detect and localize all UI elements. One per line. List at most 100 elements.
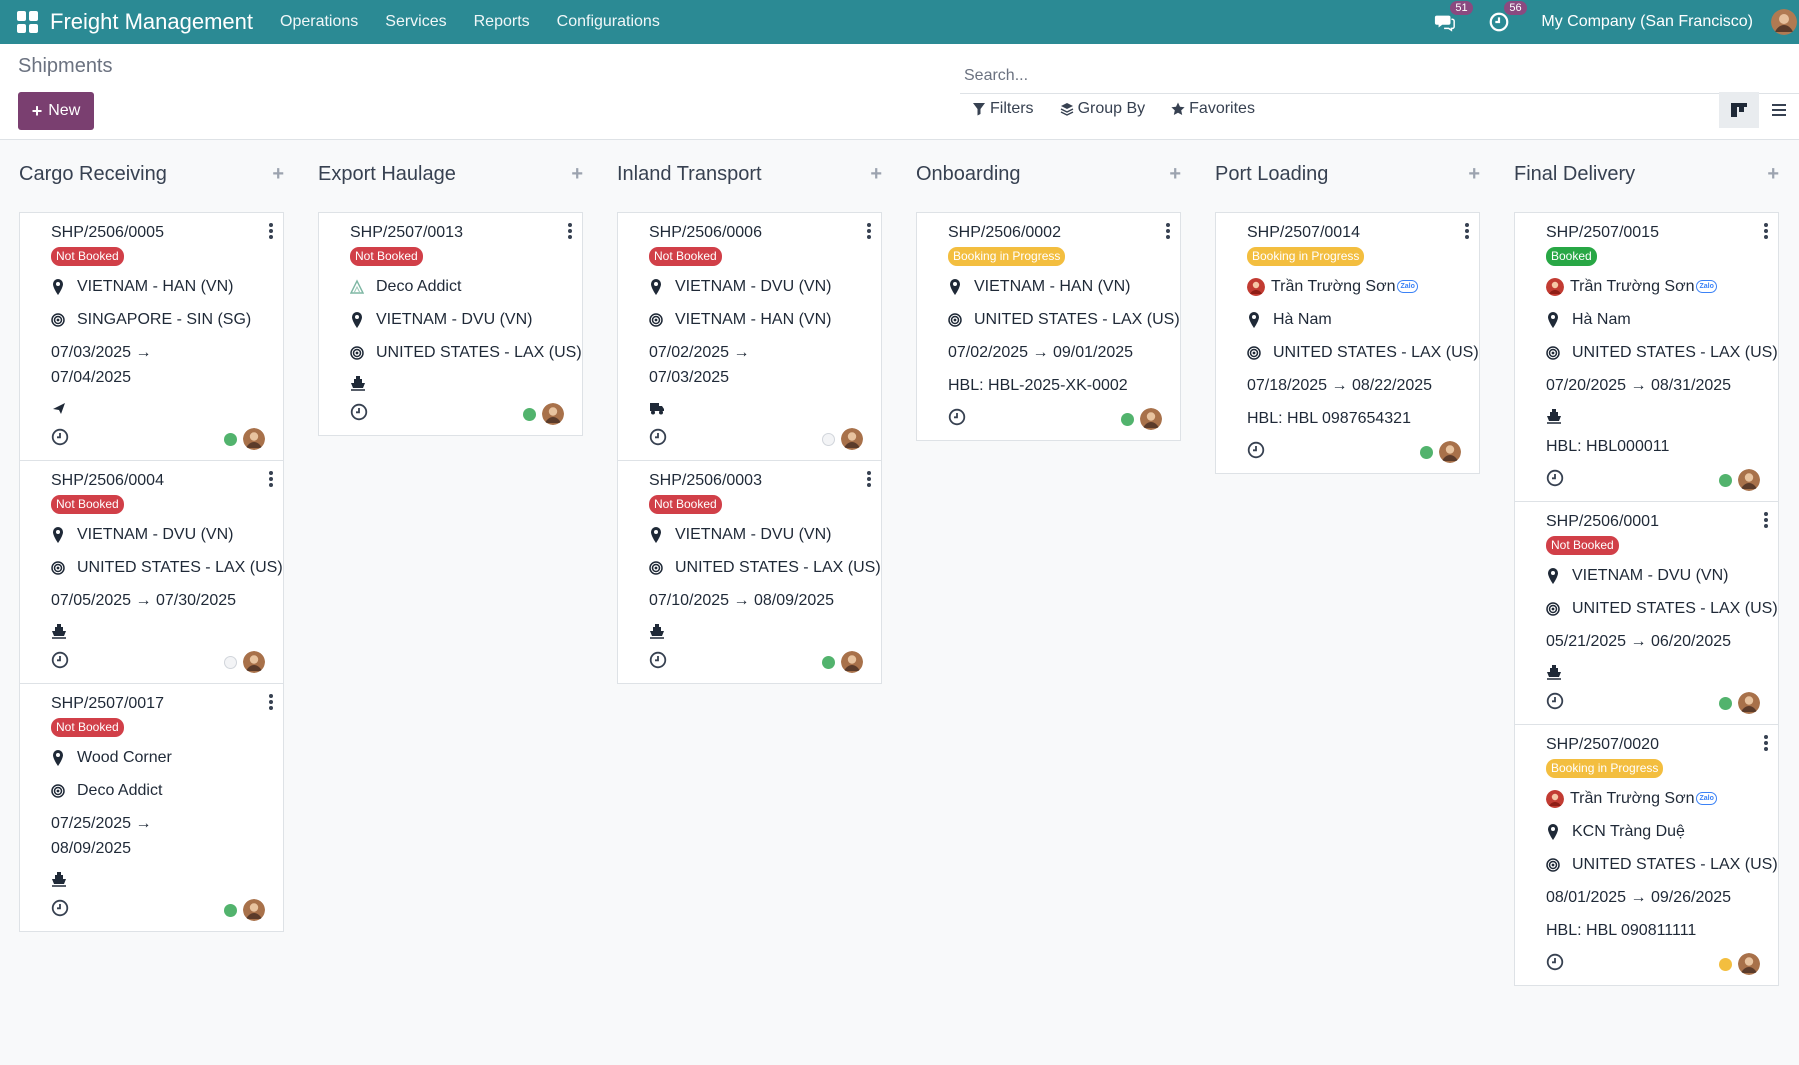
activity-clock-icon[interactable] [51,428,69,446]
menu-configurations[interactable]: Configurations [557,13,660,31]
activity-clock-icon[interactable] [51,899,69,917]
groupby-button[interactable]: Group By [1060,100,1145,118]
field-value: UNITED STATES - LAX (US) [974,310,1180,328]
column-quick-create-button[interactable]: + [571,163,583,186]
activity-clock-icon[interactable] [1546,692,1564,710]
shipment-card[interactable]: SHP/2506/0005 Not Booked VIETNAM - HAN (VN… [19,212,284,461]
assignee-avatar[interactable] [841,651,863,673]
page-title[interactable]: Shipments [18,55,113,78]
activity-clock-icon[interactable] [649,428,667,446]
ship-icon [52,872,66,887]
assignee-avatar[interactable] [542,403,564,425]
app-brand[interactable]: Freight Management [50,9,253,35]
kanban-state-dot[interactable] [523,408,536,421]
card-dropdown-icon[interactable] [568,223,572,241]
shipment-card[interactable]: SHP/2506/0001 Not Booked VIETNAM - DVU (VN… [1514,501,1779,725]
activity-clock-icon[interactable] [1546,953,1564,971]
card-dropdown-icon[interactable] [269,471,273,489]
activity-clock-icon[interactable] [1546,469,1564,487]
assignee-avatar[interactable] [1738,953,1760,975]
kanban-state-dot[interactable] [1420,446,1433,459]
card-dropdown-icon[interactable] [269,223,273,241]
activity-clock-icon[interactable] [649,651,667,669]
activity-clock-icon[interactable] [1247,441,1265,459]
card-dropdown-icon[interactable] [867,223,871,241]
kanban-state-dot[interactable] [822,433,835,446]
kanban-state-dot[interactable] [1121,413,1134,426]
column-quick-create-button[interactable]: + [1169,163,1181,186]
assignee-avatar[interactable] [1738,469,1760,491]
kanban-state-dot[interactable] [1719,697,1732,710]
kanban-view-button[interactable] [1719,92,1759,128]
filters-button[interactable]: Filters [972,100,1034,118]
view-switcher [1719,92,1799,128]
assignee-avatar[interactable] [1439,441,1461,463]
card-dropdown-icon[interactable] [1166,223,1170,241]
search-input[interactable] [960,58,1799,94]
activity-clock-icon[interactable] [51,651,69,669]
kanban-state-dot[interactable] [1719,958,1732,971]
menu-operations[interactable]: Operations [280,13,358,31]
assignee-avatar[interactable] [243,428,265,450]
card-dropdown-icon[interactable] [1465,223,1469,241]
list-view-button[interactable] [1759,92,1799,128]
card-dropdown-icon[interactable] [269,694,273,712]
zalo-icon[interactable]: Zalo [1696,280,1717,293]
kanban-state-dot[interactable] [822,656,835,669]
company-switcher[interactable]: My Company (San Francisco) [1541,13,1753,31]
column-title[interactable]: Export Haulage [318,163,456,186]
column-title[interactable]: Onboarding [916,163,1021,186]
menu-reports[interactable]: Reports [474,13,530,31]
apps-menu-icon[interactable] [17,11,39,33]
messages-button[interactable]: 51 [1433,1,1473,34]
assignee-avatar[interactable] [841,428,863,450]
shipment-card[interactable]: SHP/2507/0013 Not Booked Deco Addict VIETNA… [318,212,583,436]
zalo-icon[interactable]: Zalo [1696,792,1717,805]
new-button[interactable]: + New [18,92,94,130]
kanban-state-dot[interactable] [224,904,237,917]
shipment-card[interactable]: SHP/2506/0004 Not Booked VIETNAM - DVU (VN… [19,460,284,684]
shipment-card[interactable]: SHP/2506/0006 Not Booked VIETNAM - DVU (VN… [617,212,882,461]
shipment-card[interactable]: SHP/2507/0017 Not Booked Wood Corner Deco A… [19,683,284,932]
column-quick-create-button[interactable]: + [1767,163,1779,186]
kanban-state-dot[interactable] [1719,474,1732,487]
field-value: Deco Addict [77,781,163,799]
activity-clock-icon[interactable] [350,403,368,421]
column-title[interactable]: Final Delivery [1514,163,1635,186]
kanban-state-dot[interactable] [224,433,237,446]
favorites-button[interactable]: Favorites [1171,100,1255,118]
column-title[interactable]: Inland Transport [617,163,762,186]
card-dropdown-icon[interactable] [1764,223,1768,241]
column-quick-create-button[interactable]: + [870,163,882,186]
field-value: UNITED STATES - LAX (US) [77,558,283,576]
user-avatar[interactable] [1771,9,1797,35]
target-icon [51,560,65,575]
assignee-avatar[interactable] [1140,408,1162,430]
activity-clock-icon[interactable] [948,408,966,426]
activities-button[interactable]: 56 [1487,1,1527,34]
shipment-card[interactable]: SHP/2506/0003 Not Booked VIETNAM - DVU (VN… [617,460,882,684]
shipment-card[interactable]: SHP/2506/0002 Booking in Progress VIETNAM … [916,212,1181,441]
assignee-avatar[interactable] [1738,692,1760,714]
shipment-card[interactable]: SHP/2507/0014 Booking in Progress Trần Trư… [1215,212,1480,474]
zalo-icon[interactable]: Zalo [1397,280,1418,293]
column-title[interactable]: Port Loading [1215,163,1328,186]
column-quick-create-button[interactable]: + [272,163,284,186]
field-icon [51,526,65,543]
card-dropdown-icon[interactable] [1764,512,1768,530]
card-dropdown-icon[interactable] [867,471,871,489]
transport-mode [649,394,875,422]
shipment-card[interactable]: SHP/2507/0020 Booking in Progress Trần Trư… [1514,724,1779,986]
assignee-avatar[interactable] [243,899,265,921]
card-dropdown-icon[interactable] [1764,735,1768,753]
map-pin-icon [1548,567,1558,584]
field-value: VIETNAM - HAN (VN) [974,277,1131,295]
date-range-start: 07/20/2025 → 08/31/2025 [1546,377,1732,394]
column-cards: SHP/2506/0002 Booking in Progress VIETNAM … [916,212,1181,441]
column-title[interactable]: Cargo Receiving [19,163,167,186]
column-quick-create-button[interactable]: + [1468,163,1480,186]
shipment-card[interactable]: SHP/2507/0015 Booked Trần Trường Sơn Zalo Hà… [1514,212,1779,502]
assignee-avatar[interactable] [243,651,265,673]
menu-services[interactable]: Services [385,13,446,31]
kanban-state-dot[interactable] [224,656,237,669]
